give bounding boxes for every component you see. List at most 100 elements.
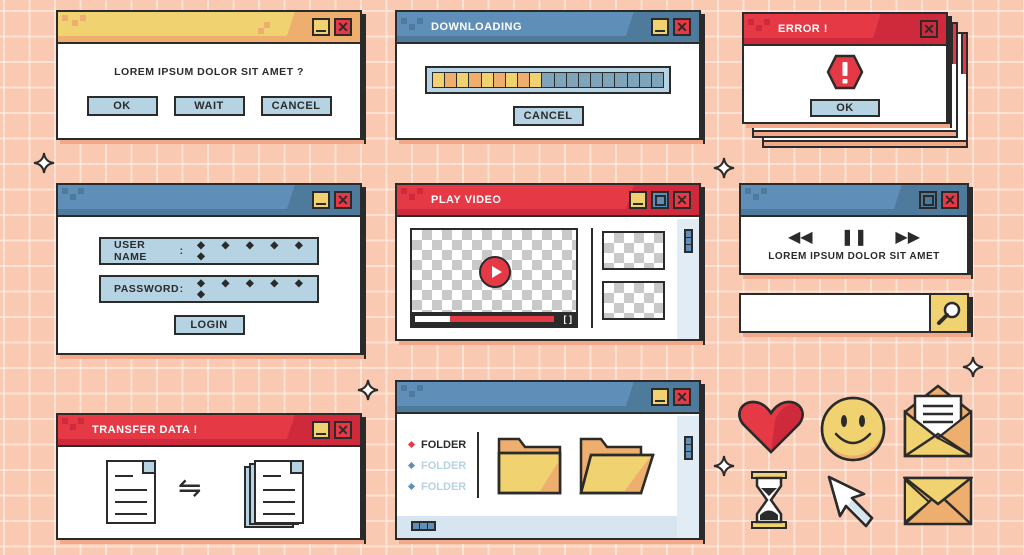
close-button[interactable]: ✕	[673, 388, 691, 406]
progress-segment-empty	[627, 73, 640, 87]
media-player-window: ✕ ◀◀ ❚❚ ▶▶ LOREM IPSUM DOLOR SIT AMET	[739, 183, 971, 279]
progress-segment-filled	[505, 73, 519, 87]
titlebar[interactable]: ERROR ! ✕	[744, 14, 946, 46]
titlebar[interactable]: PLAY VIDEO ✕	[397, 185, 699, 217]
titlebar[interactable]: DOWNLOADING ✕	[397, 12, 699, 44]
transfer-arrows-icon: ⇋	[178, 472, 202, 503]
folder-list-item[interactable]: FOLDER	[407, 476, 467, 497]
progress-segment-empty	[566, 73, 579, 87]
close-button[interactable]: ✕	[334, 421, 352, 439]
vertical-scrollbar[interactable]	[684, 436, 693, 460]
titlebar[interactable]: ✕	[58, 12, 360, 44]
password-label: PASSWORD	[114, 283, 180, 295]
rewind-icon[interactable]: ◀◀	[788, 227, 813, 247]
progress-segment-empty	[554, 73, 567, 87]
document-icon	[106, 460, 156, 524]
close-button[interactable]: ✕	[920, 20, 938, 38]
open-envelope-icon	[903, 384, 973, 458]
progress-segment-empty	[542, 73, 555, 87]
progress-segment-empty	[591, 73, 604, 87]
window-title: DOWNLOADING	[431, 21, 523, 33]
video-player-window: PLAY VIDEO ✕ [ ]	[395, 183, 703, 345]
wait-button[interactable]: WAIT	[173, 96, 245, 116]
progress-segment-empty	[603, 73, 616, 87]
minimize-button[interactable]	[651, 388, 669, 406]
minimize-button[interactable]	[651, 18, 669, 36]
vertical-scrollbar[interactable]	[684, 229, 693, 253]
video-progress-fill	[415, 316, 450, 322]
window-title: PLAY VIDEO	[431, 194, 502, 206]
separator: :	[179, 283, 184, 295]
minimize-button[interactable]	[312, 421, 330, 439]
play-icon[interactable]	[479, 256, 511, 288]
progress-segment-filled	[445, 73, 458, 87]
fullscreen-icon[interactable]: [ ]	[564, 314, 573, 324]
search-icon	[937, 301, 961, 325]
bullet-icon	[407, 482, 416, 491]
minimize-button[interactable]	[312, 191, 330, 209]
folder-closed-icon[interactable]	[497, 437, 563, 495]
login-button[interactable]: LOGIN	[173, 315, 245, 335]
progress-segment-filled	[469, 73, 482, 87]
login-window: ✕ USER NAME : ◆ ◆ ◆ ◆ ◆ ◆ PASSWORD : ◆ ◆…	[56, 183, 364, 359]
separator: :	[179, 245, 184, 257]
maximize-button[interactable]	[919, 191, 937, 209]
sparkle-icon	[357, 379, 379, 401]
progress-segment-filled	[457, 73, 470, 87]
downloading-window: DOWNLOADING ✕ CANCEL	[395, 10, 703, 144]
hourglass-icon	[751, 471, 787, 529]
smiley-icon	[820, 396, 886, 462]
close-button[interactable]: ✕	[941, 191, 959, 209]
horizontal-scrollbar[interactable]	[411, 521, 436, 531]
titlebar[interactable]: ✕	[741, 185, 967, 217]
error-ok-button[interactable]: OK	[810, 99, 880, 117]
video-control-bar: [ ]	[412, 312, 576, 326]
username-field[interactable]: USER NAME : ◆ ◆ ◆ ◆ ◆ ◆	[99, 237, 319, 265]
ok-button[interactable]: OK	[86, 96, 158, 116]
search-input[interactable]	[741, 295, 929, 331]
cancel-download-button[interactable]: CANCEL	[512, 106, 584, 126]
cursor-arrow-icon	[827, 475, 874, 528]
video-thumbnail[interactable]	[602, 281, 665, 320]
sparkle-icon	[713, 157, 735, 179]
divider	[477, 432, 479, 498]
scrollbar-track	[677, 416, 699, 538]
search-button[interactable]	[929, 295, 967, 331]
close-button[interactable]: ✕	[334, 191, 352, 209]
close-button[interactable]: ✕	[334, 18, 352, 36]
titlebar[interactable]: ✕	[397, 382, 699, 414]
close-button[interactable]: ✕	[673, 191, 691, 209]
fast-forward-icon[interactable]: ▶▶	[895, 227, 920, 247]
maximize-button[interactable]	[651, 191, 669, 209]
folder-browser-window: ✕ FOLDER FOLDER FOLDER	[395, 380, 703, 544]
minimize-button[interactable]	[629, 191, 647, 209]
search-bar	[739, 293, 971, 337]
envelope-icon	[903, 476, 973, 526]
divider	[591, 228, 593, 328]
sparkle-icon	[713, 455, 735, 477]
minimize-button[interactable]	[312, 18, 330, 36]
progress-segment-empty	[615, 73, 628, 87]
progress-segment-empty	[578, 73, 592, 87]
download-progress-bar	[425, 66, 671, 94]
password-field[interactable]: PASSWORD : ◆ ◆ ◆ ◆ ◆ ◆	[99, 275, 319, 303]
pause-icon[interactable]: ❚❚	[841, 227, 868, 247]
username-value: ◆ ◆ ◆ ◆ ◆ ◆	[197, 240, 310, 262]
track-title: LOREM IPSUM DOLOR SIT AMET	[768, 251, 940, 262]
progress-segment-filled	[518, 73, 531, 87]
folder-label: FOLDER	[421, 480, 467, 493]
cancel-button[interactable]: CANCEL	[260, 96, 332, 116]
video-player[interactable]: [ ]	[410, 228, 578, 328]
error-window: ERROR ! ✕ OK	[742, 12, 950, 128]
transfer-data-window: TRANSFER DATA ! ✕ ⇋	[56, 413, 364, 544]
bullet-icon	[407, 461, 416, 470]
progress-segment-empty	[651, 73, 663, 87]
titlebar[interactable]: ✕	[58, 185, 360, 217]
folder-open-icon[interactable]	[579, 437, 655, 495]
titlebar[interactable]: TRANSFER DATA ! ✕	[58, 415, 360, 447]
video-thumbnail[interactable]	[602, 231, 665, 270]
close-button[interactable]: ✕	[673, 18, 691, 36]
video-seek-bar[interactable]	[415, 316, 554, 322]
folder-list-item[interactable]: FOLDER	[407, 434, 466, 455]
folder-list-item[interactable]: FOLDER	[407, 455, 466, 476]
